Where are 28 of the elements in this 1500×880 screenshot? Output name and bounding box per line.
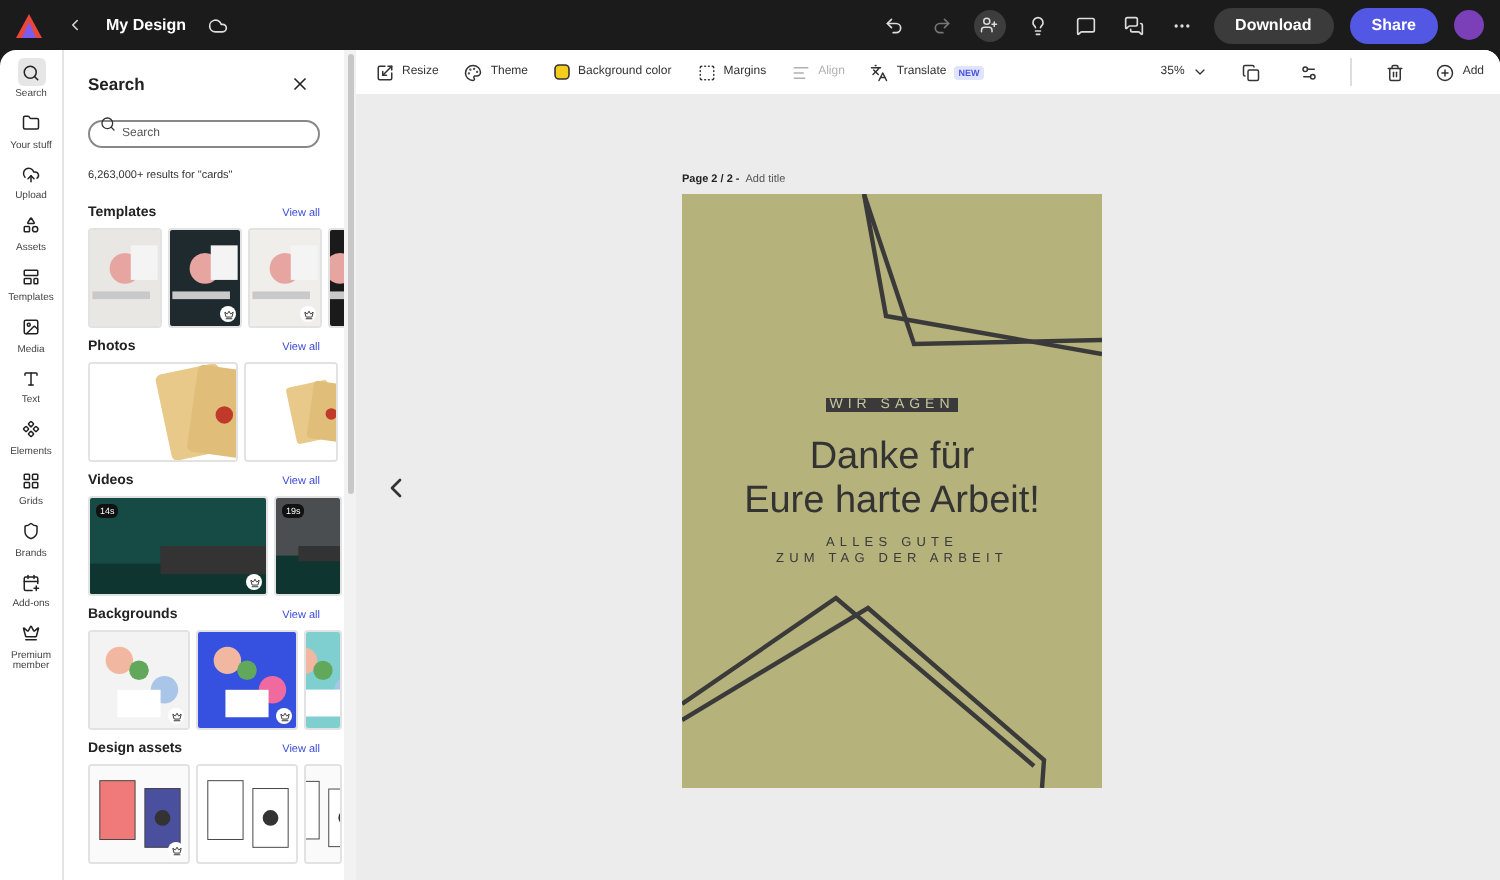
result-thumbnail[interactable]: [196, 630, 298, 730]
download-button[interactable]: Download: [1213, 7, 1334, 43]
result-thumbnail[interactable]: [88, 764, 190, 864]
scrollbar[interactable]: [347, 54, 353, 494]
result-thumbnail[interactable]: [88, 228, 162, 328]
document-title: My Design: [106, 16, 187, 34]
share-button[interactable]: Share: [1349, 7, 1438, 43]
color-swatch-icon: [554, 64, 571, 80]
result-thumbnail[interactable]: [248, 228, 322, 328]
search-icon: [100, 116, 116, 132]
headline: Eure harte Arbeit!: [744, 479, 1040, 524]
panel-title: Search: [88, 74, 145, 94]
translate-icon: [870, 63, 889, 81]
align-icon: [792, 63, 811, 81]
result-thumbnail[interactable]: [304, 764, 342, 864]
margins-icon: [697, 63, 716, 81]
result-thumbnail[interactable]: [168, 228, 242, 328]
result-thumbnail[interactable]: [88, 630, 190, 730]
result-thumbnail[interactable]: [244, 362, 338, 462]
avatar[interactable]: [1454, 10, 1484, 40]
resize-icon: [376, 63, 394, 81]
invite-icon[interactable]: [973, 9, 1006, 41]
logo-icon[interactable]: [16, 13, 42, 37]
chevron-down-icon: [1192, 64, 1209, 80]
palette-icon: [464, 63, 483, 81]
result-thumbnail[interactable]: [196, 764, 298, 864]
headline: Danke für: [809, 436, 975, 480]
result-thumbnail[interactable]: [304, 630, 342, 730]
